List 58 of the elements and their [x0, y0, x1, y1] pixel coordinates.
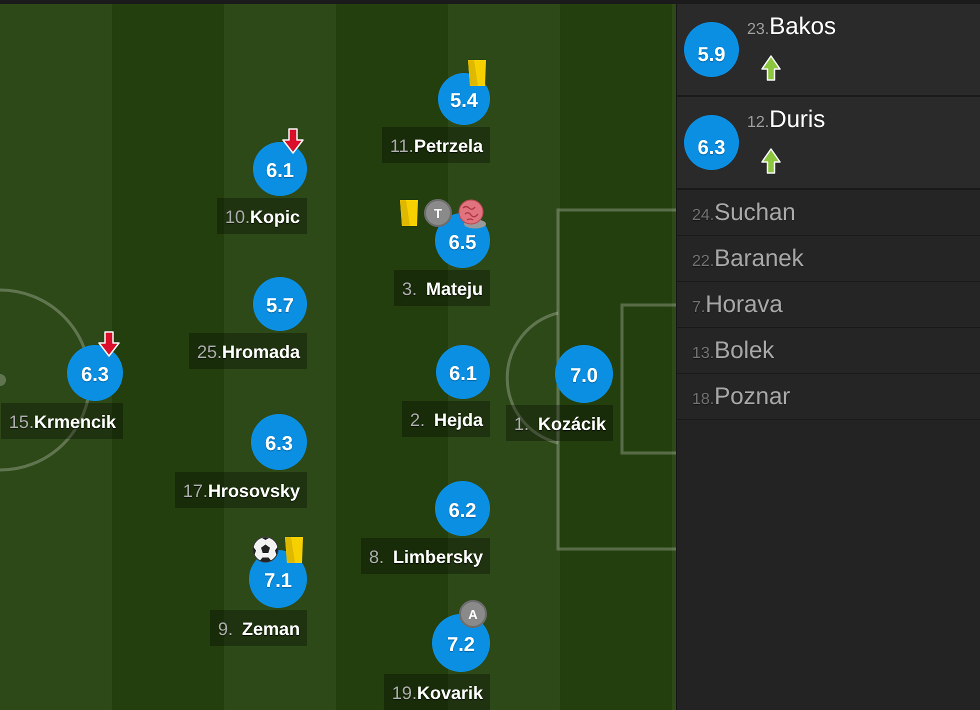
shirt-number: 3. [402, 278, 418, 300]
rating-badge: 6.2 [435, 481, 490, 536]
rating-badge: 5.9 [684, 22, 739, 77]
player-name: Hrosovsky [208, 480, 300, 502]
player-name: Petrzela [414, 136, 483, 156]
player-name: Baranek [714, 245, 804, 273]
shirt-number: 15. [8, 412, 34, 432]
player-name: Zeman [242, 618, 300, 640]
card-icon [284, 536, 304, 564]
player-name: Hromada [222, 342, 300, 362]
player-name: Hejda [434, 410, 483, 430]
shirt-number: 2. [410, 410, 426, 430]
shirt-number: 11. [390, 136, 414, 156]
player-name: Kozácik [538, 414, 606, 434]
player-name: Poznar [714, 383, 790, 411]
letter-badge: A [459, 600, 487, 628]
shirt-number: 10. [224, 206, 250, 228]
player-name: Bakos [769, 13, 836, 41]
shirt-number: 17. [182, 480, 208, 502]
shirt-number: 1. [514, 414, 530, 434]
rating-badge: 6.3 [251, 414, 307, 470]
shirt-number: 22. [692, 253, 714, 271]
player-name: Kovarik [416, 682, 483, 704]
rating-badge: 7.0 [555, 345, 613, 403]
up-arrow-icon [761, 148, 781, 174]
rating-badge: 5.7 [253, 277, 307, 331]
player-name: Mateju [426, 278, 483, 300]
rating-badge: 6.3 [67, 345, 123, 401]
shirt-number: 25. [196, 342, 222, 362]
letter-badge: T [424, 199, 452, 227]
player-name: Kopic [250, 206, 300, 228]
rating-badge: 6.1 [436, 345, 490, 399]
rating-badge: 5.4 [438, 73, 490, 125]
center-spot [0, 374, 6, 386]
shirt-number: 9. [218, 618, 234, 640]
player-name: Horava [705, 291, 783, 319]
ball-icon [457, 199, 487, 229]
shirt-number: 8. [368, 546, 385, 568]
shirt-number: 7. [692, 299, 706, 317]
shirt-number: 23. [747, 21, 770, 39]
player-name: Bolek [714, 337, 774, 365]
rating-badge: 6.1 [253, 142, 307, 196]
down-arrow-icon [98, 331, 120, 357]
soccer-ball-icon [252, 536, 279, 563]
shirt-number: 13. [692, 345, 714, 363]
player-name: Suchan [714, 199, 796, 227]
shirt-number: 24. [692, 207, 714, 225]
up-arrow-icon [761, 55, 781, 81]
player-name: Krmencik [34, 412, 116, 432]
shirt-number: 18. [692, 391, 714, 409]
player-name: Duris [769, 106, 826, 134]
rating-badge: 6.3 [684, 115, 739, 170]
player-name: Limbersky [392, 546, 483, 568]
card-icon [467, 59, 487, 87]
shirt-number: 19. [392, 682, 417, 704]
card-icon [399, 199, 419, 227]
down-arrow-icon [282, 128, 304, 154]
shirt-number: 12. [747, 114, 770, 132]
